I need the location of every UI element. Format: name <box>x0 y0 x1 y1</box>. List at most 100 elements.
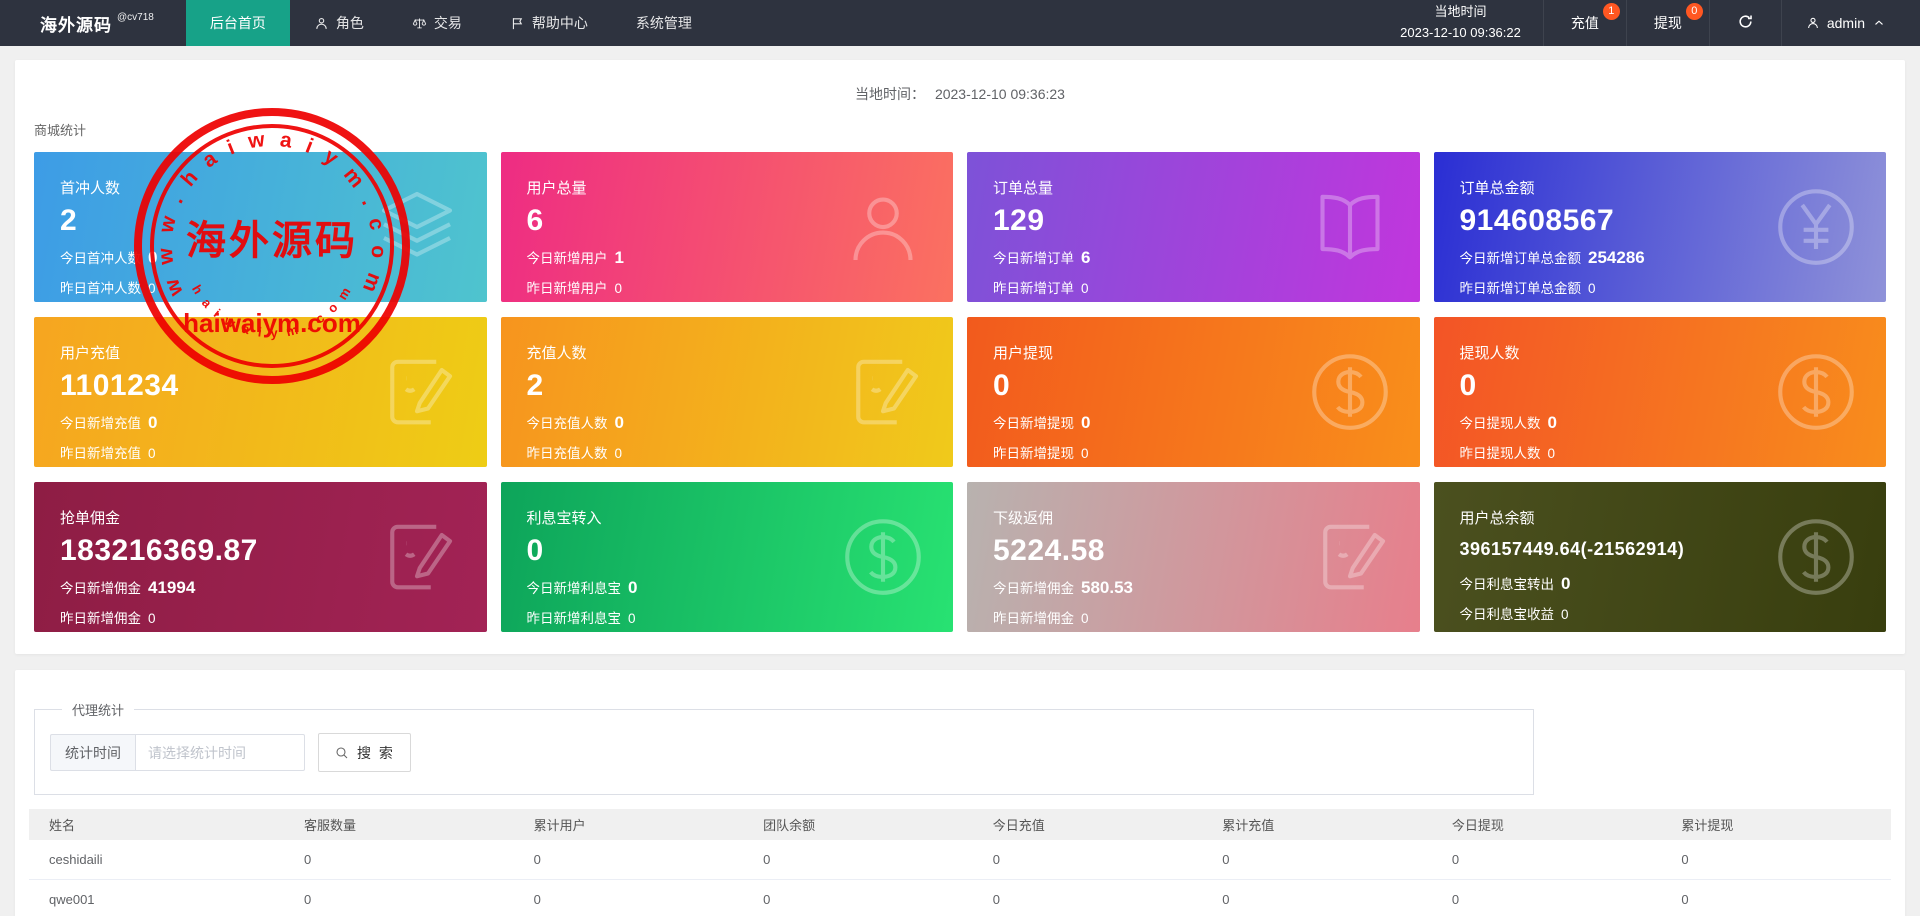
nav-item-dashboard[interactable]: 后台首页 <box>185 0 290 46</box>
agent-table-body: ceshidaili0000000qwe00100000001237770000… <box>29 840 1891 916</box>
stat-card-yesterday-label: 昨日新增订单 <box>993 281 1074 296</box>
local-time-value: 2023-12-10 09:36:22 <box>1400 25 1521 40</box>
table-header-5: 累计充值 <box>1222 818 1275 833</box>
stat-card-today-value: 0 <box>148 248 158 267</box>
table-row-1[interactable]: qwe001 0 0 0 0 0 0 0 <box>29 880 1891 916</box>
dollar-icon <box>1772 348 1860 436</box>
stat-card-7: 提现人数 0 今日提现人数 0 昨日提现人数 0 <box>1433 317 1886 467</box>
brand-subtitle: @cv718 <box>117 11 154 23</box>
stat-card-today-value: 41994 <box>148 578 196 597</box>
nav-item-label: 帮助中心 <box>531 15 588 31</box>
nav-item-help-center[interactable]: 帮助中心 <box>486 0 612 46</box>
table-header-7: 累计提现 <box>1681 818 1734 833</box>
table-cell: 0 <box>992 852 1000 867</box>
table-cell: 0 <box>1681 892 1689 907</box>
stat-card-8: 抢单佣金 183216369.87 今日新增佣金 41994 昨日新增佣金 0 <box>34 482 487 632</box>
layers-icon <box>373 183 461 271</box>
stat-card-yesterday-label: 昨日新增订单总金额 <box>1459 281 1582 296</box>
stat-card-yesterday-label: 昨日新增佣金 <box>60 611 141 626</box>
stat-cards-grid: 首冲人数 2 今日首冲人数 0 昨日首冲人数 0 用户总量 6 今日新增用户 1… <box>34 152 1886 632</box>
stat-card-yesterday-value: 0 <box>1588 281 1596 296</box>
stat-card-yesterday-label: 今日利息宝收益 <box>1459 607 1555 622</box>
stat-card-today-value: 0 <box>1547 413 1557 432</box>
scales-icon <box>412 16 427 31</box>
user-menu[interactable]: admin <box>1780 0 1920 46</box>
stat-card-yesterday-value: 0 <box>1081 281 1089 296</box>
stat-card-today-label: 今日充值人数 <box>526 416 608 431</box>
stat-card-yesterday-value: 0 <box>148 446 156 461</box>
table-cell: 0 <box>304 852 312 867</box>
yen-icon <box>1772 183 1860 271</box>
nav-item-system[interactable]: 系统管理 <box>612 0 716 46</box>
stat-card-today-label: 今日提现人数 <box>1459 416 1541 431</box>
search-button[interactable]: 搜 索 <box>318 733 411 772</box>
stat-card-10: 下级返佣 5224.58 今日新增佣金 580.53 昨日新增佣金 0 <box>967 482 1420 632</box>
stat-card-today-value: 0 <box>614 413 624 432</box>
recharge-button[interactable]: 充值 1 <box>1542 0 1626 46</box>
stat-card-yesterday-value: 0 <box>614 446 623 461</box>
stat-card-0: 首冲人数 2 今日首冲人数 0 昨日首冲人数 0 <box>34 152 487 302</box>
agent-table-header: 姓名 客服数量 累计用户 团队余额 今日充值 累计充值 今日提现 累计提现 <box>29 809 1891 840</box>
nav-item-trade[interactable]: 交易 <box>388 0 486 46</box>
stat-card-today-label: 今日新增订单 <box>993 251 1074 266</box>
stat-card-6: 用户提现 0 今日新增提现 0 昨日新增提现 0 <box>967 317 1420 467</box>
stat-time-label: 统计时间 <box>50 734 135 771</box>
stat-card-today-label: 今日新增佣金 <box>60 581 141 596</box>
stat-card-yesterday-label: 昨日新增利息宝 <box>526 611 622 626</box>
stat-card-today-label: 今日新增用户 <box>526 251 608 266</box>
search-icon <box>334 745 350 761</box>
table-header-2: 累计用户 <box>533 818 586 833</box>
local-time-block: 当地时间 2023-12-10 09:36:22 <box>1378 0 1543 46</box>
stat-card-yesterday-label: 昨日新增用户 <box>526 281 608 296</box>
stat-card-today-value: 254286 <box>1588 248 1645 267</box>
chevron-up-icon <box>1872 16 1886 30</box>
stat-card-today-value: 0 <box>1561 574 1571 593</box>
withdraw-button[interactable]: 提现 0 <box>1625 0 1709 46</box>
stat-card-today-value: 6 <box>1081 248 1091 267</box>
stat-card-yesterday-value: 0 <box>1081 611 1089 626</box>
withdraw-label: 提现 <box>1653 15 1682 31</box>
table-cell: 0 <box>1222 852 1230 867</box>
flag-icon <box>510 16 525 31</box>
stat-card-yesterday-value: 0 <box>1561 607 1569 622</box>
table-row-0[interactable]: ceshidaili 0 0 0 0 0 0 0 <box>29 840 1891 880</box>
stat-card-yesterday-value: 0 <box>148 281 156 296</box>
stat-card-yesterday-label: 昨日首冲人数 <box>60 281 141 296</box>
brand: 海外源码 @cv718 <box>0 0 186 46</box>
table-cell: 0 <box>533 852 541 867</box>
stat-card-today-label: 今日新增充值 <box>60 416 141 431</box>
shop-stats-panel: 当地时间： 2023-12-10 09:36:23 商城统计 首冲人数 2 今日… <box>15 60 1905 654</box>
user-icon <box>1806 16 1820 30</box>
local-time-line-label: 当地时间： <box>855 86 926 102</box>
book-icon <box>1306 183 1394 271</box>
table-cell: 0 <box>533 892 541 907</box>
clip-icon <box>373 513 461 601</box>
stat-time-input[interactable] <box>135 734 305 771</box>
withdraw-badge: 0 <box>1685 3 1703 20</box>
search-button-label: 搜 索 <box>357 744 395 761</box>
stat-card-yesterday-label: 昨日新增充值 <box>60 446 141 461</box>
refresh-button[interactable] <box>1708 0 1781 46</box>
clip-icon <box>839 348 927 436</box>
nav-item-label: 角色 <box>335 15 364 31</box>
table-cell: 0 <box>1451 892 1460 907</box>
section-title-shop-stats: 商城统计 <box>34 123 87 138</box>
user-icon <box>839 183 927 271</box>
stat-card-today-value: 1 <box>614 248 624 267</box>
stat-card-yesterday-value: 0 <box>628 611 636 626</box>
main-menu: 后台首页 角色 交易 帮助中心 系统管理 <box>185 0 716 46</box>
agent-stats-legend: 代理统计 <box>72 703 125 718</box>
recharge-label: 充值 <box>1570 15 1599 31</box>
nav-item-label: 交易 <box>433 15 462 31</box>
table-header-3: 团队余额 <box>763 818 816 833</box>
navbar-right: 当地时间 2023-12-10 09:36:22 充值 1 提现 0 admin <box>1378 0 1920 46</box>
stat-card-yesterday-value: 0 <box>614 281 623 296</box>
nav-item-label: 系统管理 <box>635 15 692 31</box>
stat-card-yesterday-value: 0 <box>1081 446 1089 461</box>
stat-card-3: 订单总金额 914608567 今日新增订单总金额 254286 昨日新增订单总… <box>1433 152 1886 302</box>
table-header-4: 今日充值 <box>992 818 1045 833</box>
nav-item-roles[interactable]: 角色 <box>290 0 388 46</box>
stat-card-yesterday-label: 昨日新增提现 <box>993 446 1074 461</box>
username: admin <box>1826 15 1865 31</box>
clip-icon <box>1306 513 1394 601</box>
